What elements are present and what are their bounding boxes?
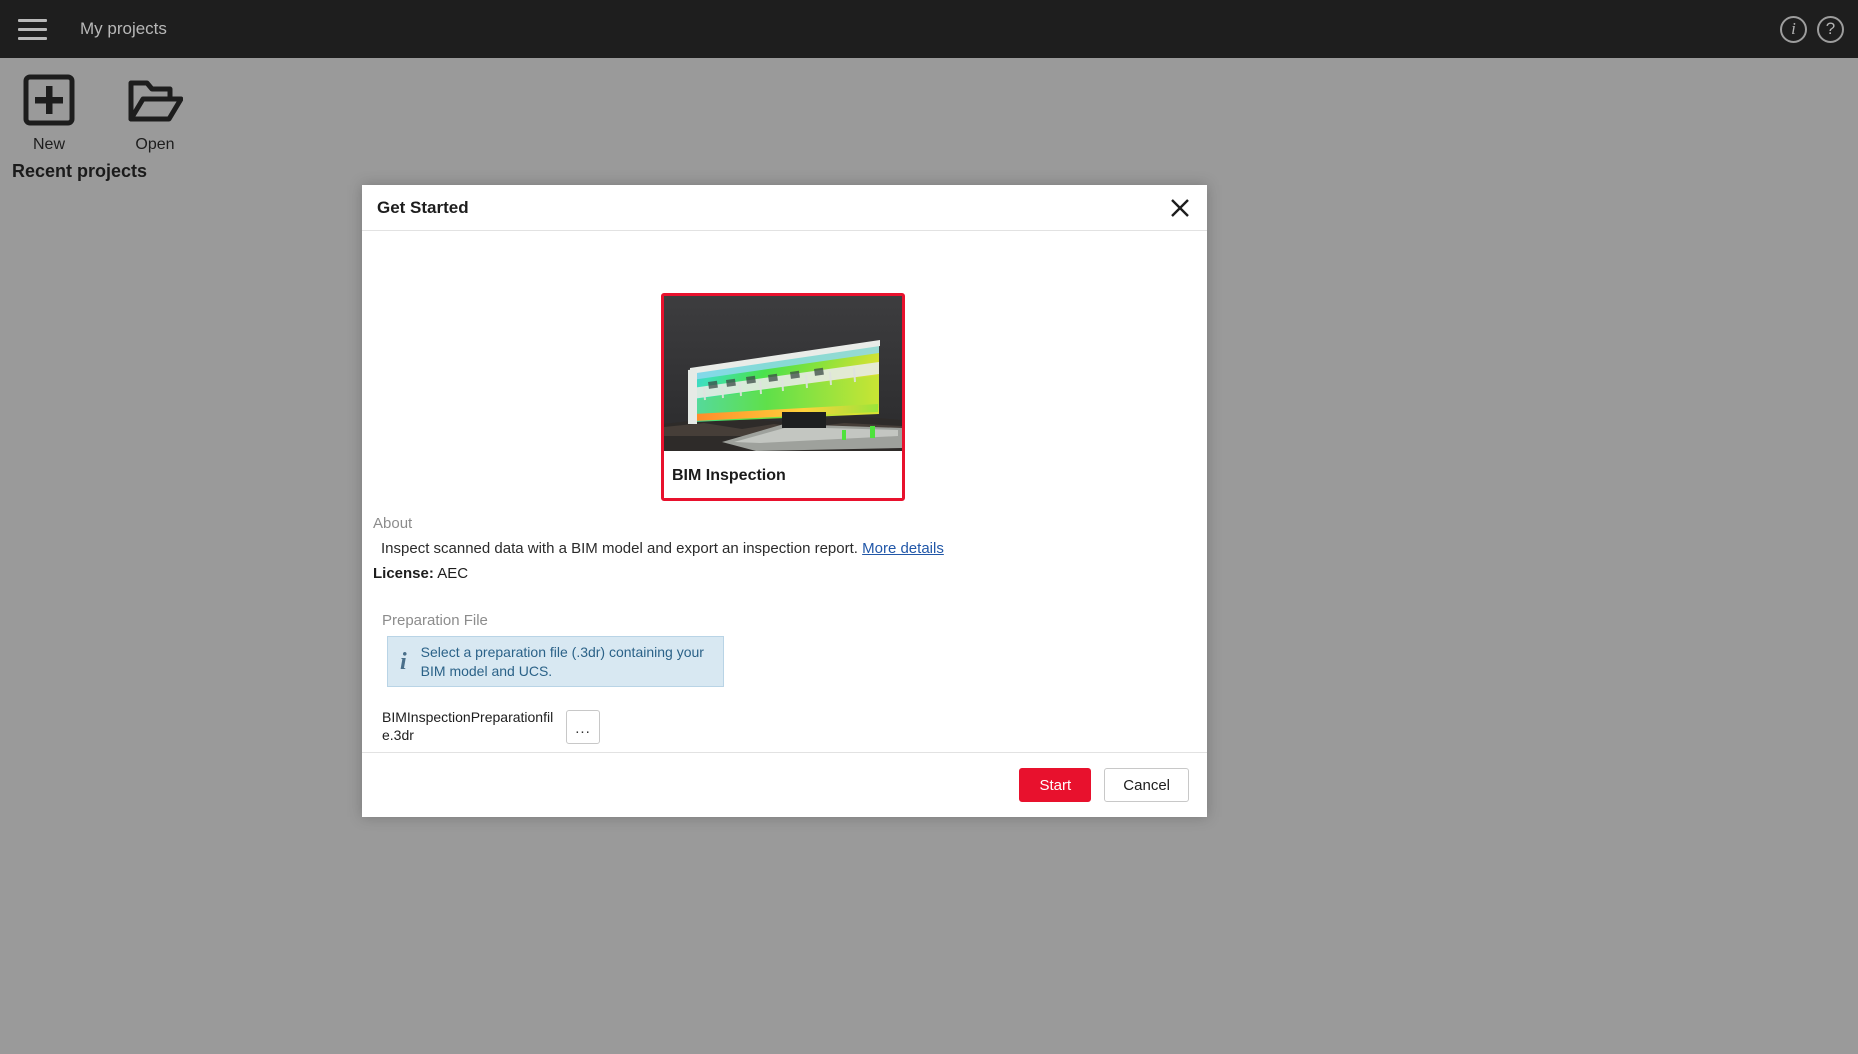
cancel-button[interactable]: Cancel xyxy=(1104,768,1189,802)
license-label: License: xyxy=(373,565,434,582)
open-project-button[interactable]: Open xyxy=(114,68,196,154)
browse-file-button[interactable]: ... xyxy=(566,710,600,744)
preparation-info-banner: i Select a preparation file (.3dr) conta… xyxy=(387,636,724,687)
license-line: License: AEC xyxy=(373,565,468,582)
new-project-label: New xyxy=(33,136,65,154)
dialog-title: Get Started xyxy=(377,198,469,218)
info-icon[interactable]: i xyxy=(1780,16,1807,43)
hamburger-line xyxy=(18,19,47,22)
workspace: New Open Recent projects Get Started xyxy=(0,58,1858,1054)
new-project-button[interactable]: New xyxy=(8,68,90,154)
more-details-link[interactable]: More details xyxy=(862,540,944,557)
license-value: AEC xyxy=(437,565,468,582)
preparation-file-row: BIMInspectionPreparationfile.3dr ... xyxy=(382,709,600,744)
dialog-footer: Start Cancel xyxy=(362,753,1207,817)
help-icon[interactable]: ? xyxy=(1817,16,1844,43)
preparation-info-text: Select a preparation file (.3dr) contain… xyxy=(421,643,711,681)
hamburger-line xyxy=(18,37,47,40)
project-toolbar: New Open xyxy=(8,68,196,154)
close-icon[interactable] xyxy=(1165,193,1195,223)
about-description: Inspect scanned data with a BIM model an… xyxy=(381,540,944,557)
hamburger-menu-icon[interactable] xyxy=(18,14,58,44)
workflow-thumbnail xyxy=(664,296,902,451)
top-bar-actions: i ? xyxy=(1780,16,1844,43)
about-description-text: Inspect scanned data with a BIM model an… xyxy=(381,540,858,557)
breadcrumb-my-projects[interactable]: My projects xyxy=(80,19,167,39)
about-section-label: About xyxy=(373,515,412,532)
info-icon: i xyxy=(400,650,407,674)
open-folder-icon xyxy=(127,68,183,132)
open-project-label: Open xyxy=(135,136,174,154)
preparation-file-name: BIMInspectionPreparationfile.3dr xyxy=(382,709,554,744)
dialog-header: Get Started xyxy=(362,185,1207,231)
start-button[interactable]: Start xyxy=(1019,768,1091,802)
get-started-dialog: Get Started xyxy=(362,185,1207,817)
workflow-card-bim-inspection[interactable]: BIM Inspection xyxy=(661,293,905,501)
plus-square-icon xyxy=(23,68,75,132)
hamburger-line xyxy=(18,28,47,31)
preparation-file-label: Preparation File xyxy=(382,612,488,629)
recent-projects-heading: Recent projects xyxy=(12,161,147,182)
workflow-card-title: BIM Inspection xyxy=(664,451,902,501)
top-bar: My projects i ? xyxy=(0,0,1858,58)
dialog-body: BIM Inspection About Inspect scanned dat… xyxy=(362,231,1207,753)
